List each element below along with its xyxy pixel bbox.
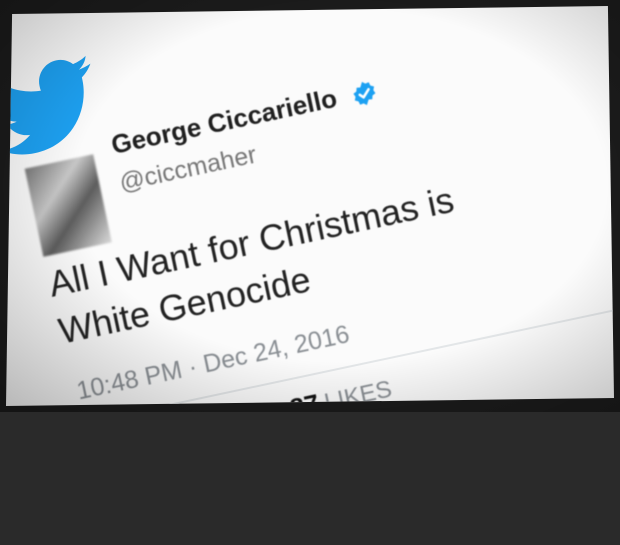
likes-label: LIKES bbox=[322, 375, 395, 417]
avatar[interactable] bbox=[24, 154, 112, 257]
photo-frame: George Ciccariello @ciccmaher All I Want… bbox=[0, 0, 620, 412]
tweet-card: George Ciccariello @ciccmaher All I Want… bbox=[6, 6, 614, 453]
likes-count: 87 bbox=[287, 388, 322, 424]
likes-stat[interactable]: 87LIKES bbox=[287, 373, 395, 424]
retweets-label[interactable]: ETS bbox=[151, 419, 198, 453]
tweet-text: All I Want for Christmas is White Genoci… bbox=[45, 178, 458, 352]
twitter-bird-icon bbox=[6, 55, 91, 155]
screenshot-paper: George Ciccariello @ciccmaher All I Want… bbox=[6, 6, 614, 406]
verified-badge-icon bbox=[353, 81, 376, 106]
